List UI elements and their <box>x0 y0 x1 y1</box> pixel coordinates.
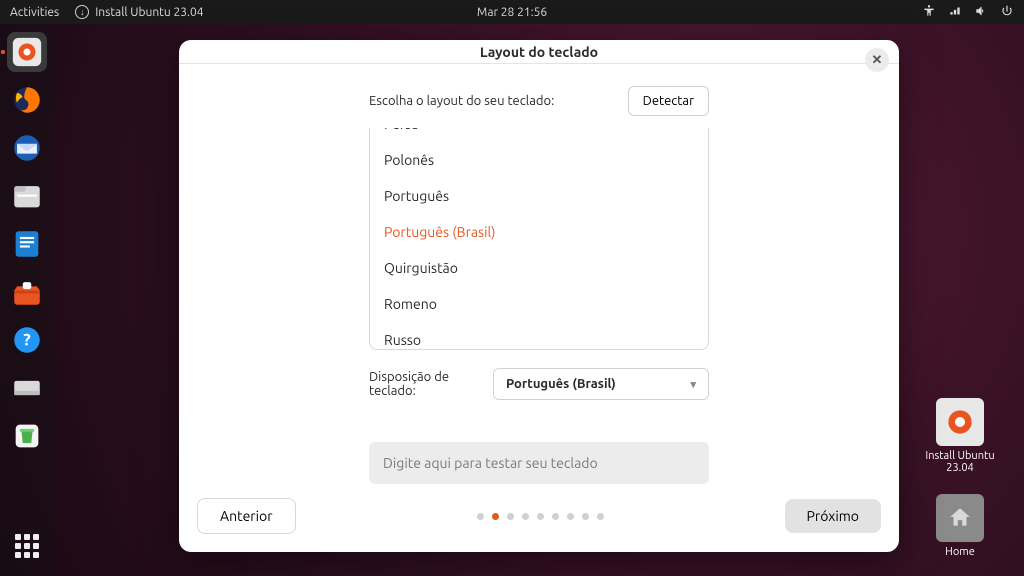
step-dot <box>507 513 514 520</box>
step-dot <box>522 513 529 520</box>
step-dot-active <box>492 513 499 520</box>
detect-button[interactable]: Detectar <box>628 86 709 116</box>
step-dot <box>552 513 559 520</box>
desktop-install-label-2: 23.04 <box>924 462 996 474</box>
step-dot <box>567 513 574 520</box>
dock-installer[interactable] <box>7 32 47 72</box>
list-item[interactable]: Persa <box>370 128 708 142</box>
activities-button[interactable]: Activities <box>10 6 59 19</box>
step-dot <box>597 513 604 520</box>
titlebar: Layout do teclado ✕ <box>179 40 899 64</box>
list-item[interactable]: Romeno <box>370 286 708 322</box>
next-button[interactable]: Próximo <box>785 499 881 533</box>
window-title: Layout do teclado <box>480 44 598 60</box>
clock[interactable]: Mar 28 21:56 <box>477 6 547 19</box>
step-dots <box>477 513 604 520</box>
step-dot <box>582 513 589 520</box>
layout-variant-value: Português (Brasil) <box>506 377 616 391</box>
dock-show-apps[interactable] <box>7 526 47 566</box>
accessibility-icon[interactable] <box>922 4 936 21</box>
keyboard-layout-list[interactable]: Persa Polonês Português Português (Brasi… <box>369 128 709 350</box>
dock-firefox[interactable] <box>7 80 47 120</box>
installer-window: Layout do teclado ✕ Escolha o layout do … <box>179 40 899 552</box>
app-indicator-label: Install Ubuntu 23.04 <box>95 6 203 19</box>
volume-icon[interactable] <box>974 4 988 21</box>
desktop-home-label: Home <box>924 546 996 558</box>
dock-software[interactable] <box>7 272 47 312</box>
app-indicator[interactable]: ↓ Install Ubuntu 23.04 <box>75 5 203 19</box>
layout-variant-label: Disposição de teclado: <box>369 370 493 398</box>
keyboard-test-input[interactable] <box>369 442 709 484</box>
network-icon[interactable] <box>948 4 962 21</box>
dock: ? <box>0 24 54 576</box>
close-button[interactable]: ✕ <box>865 48 889 72</box>
desktop-install-ubuntu[interactable]: Install Ubuntu 23.04 <box>924 398 996 474</box>
step-dot <box>477 513 484 520</box>
desktop-home[interactable]: Home <box>924 494 996 558</box>
download-icon: ↓ <box>75 5 89 19</box>
dock-help[interactable]: ? <box>7 320 47 360</box>
previous-button[interactable]: Anterior <box>197 498 296 534</box>
svg-text:?: ? <box>23 331 31 350</box>
close-icon: ✕ <box>872 53 883 68</box>
list-item[interactable]: Polonês <box>370 142 708 178</box>
dock-files[interactable] <box>7 176 47 216</box>
footer: Anterior Próximo <box>179 484 899 552</box>
list-item[interactable]: Russo <box>370 322 708 350</box>
dock-writer[interactable] <box>7 224 47 264</box>
step-dot <box>537 513 544 520</box>
top-panel: Activities ↓ Install Ubuntu 23.04 Mar 28… <box>0 0 1024 24</box>
chevron-down-icon: ▾ <box>690 378 696 391</box>
power-icon[interactable] <box>1000 4 1014 21</box>
dock-drive[interactable] <box>7 368 47 408</box>
choose-layout-label: Escolha o layout do seu teclado: <box>369 94 554 108</box>
layout-variant-select[interactable]: Português (Brasil) ▾ <box>493 368 709 400</box>
desktop-install-label-1: Install Ubuntu <box>924 450 996 462</box>
apps-grid-icon <box>15 534 39 558</box>
list-item-selected[interactable]: Português (Brasil) <box>370 214 708 250</box>
dock-thunderbird[interactable] <box>7 128 47 168</box>
dock-trash[interactable] <box>7 416 47 456</box>
content-area: Escolha o layout do seu teclado: Detecta… <box>179 64 899 484</box>
list-item[interactable]: Quirguistão <box>370 250 708 286</box>
list-item[interactable]: Português <box>370 178 708 214</box>
